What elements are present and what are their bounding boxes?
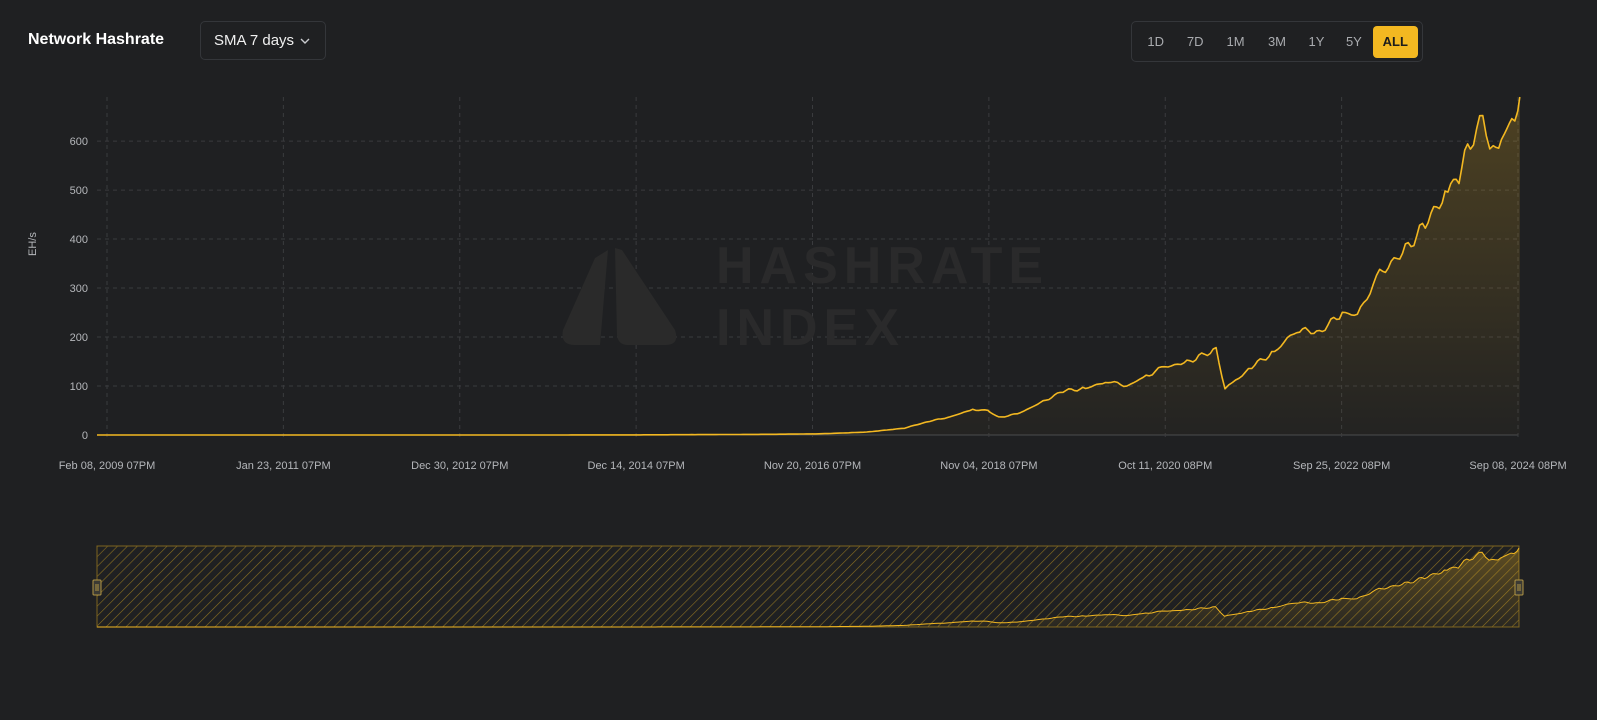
- navigator-handle-right[interactable]: [1514, 579, 1524, 596]
- navigator-handle-left[interactable]: [92, 579, 102, 596]
- watermark-text-2: INDEX: [716, 299, 905, 357]
- x-tick-label: Nov 04, 2018 07PM: [940, 460, 1037, 472]
- y-tick-label: 200: [70, 332, 88, 344]
- hashrate-chart: HASHRATE INDEX 0 100 200 300 400 500 600 Feb 0…: [59, 96, 1567, 628]
- y-tick-label: 400: [70, 234, 88, 246]
- y-tick-label: 600: [70, 136, 88, 148]
- y-tick-label: 500: [70, 185, 88, 197]
- watermark-logo: HASHRATE INDEX: [562, 237, 1049, 357]
- watermark-text-1: HASHRATE: [716, 237, 1049, 295]
- y-tick-label: 100: [70, 381, 88, 393]
- navigator[interactable]: [92, 545, 1524, 628]
- x-tick-label: Dec 14, 2014 07PM: [588, 460, 685, 472]
- x-tick-label: Feb 08, 2009 07PM: [59, 460, 156, 472]
- x-tick-label: Oct 11, 2020 08PM: [1118, 460, 1212, 472]
- x-tick-label: Nov 20, 2016 07PM: [764, 460, 861, 472]
- x-tick-label: Sep 25, 2022 08PM: [1293, 460, 1390, 472]
- x-axis-ticks: Feb 08, 2009 07PM Jan 23, 2011 07PM Dec 30…: [59, 460, 1567, 472]
- y-tick-label: 0: [82, 430, 88, 442]
- y-axis-ticks: 0 100 200 300 400 500 600: [70, 136, 88, 442]
- x-tick-label: Jan 23, 2011 07PM: [236, 460, 331, 472]
- y-tick-label: 300: [70, 283, 88, 295]
- x-tick-label: Dec 30, 2012 07PM: [411, 460, 508, 472]
- x-tick-label: Sep 08, 2024 08PM: [1469, 460, 1566, 472]
